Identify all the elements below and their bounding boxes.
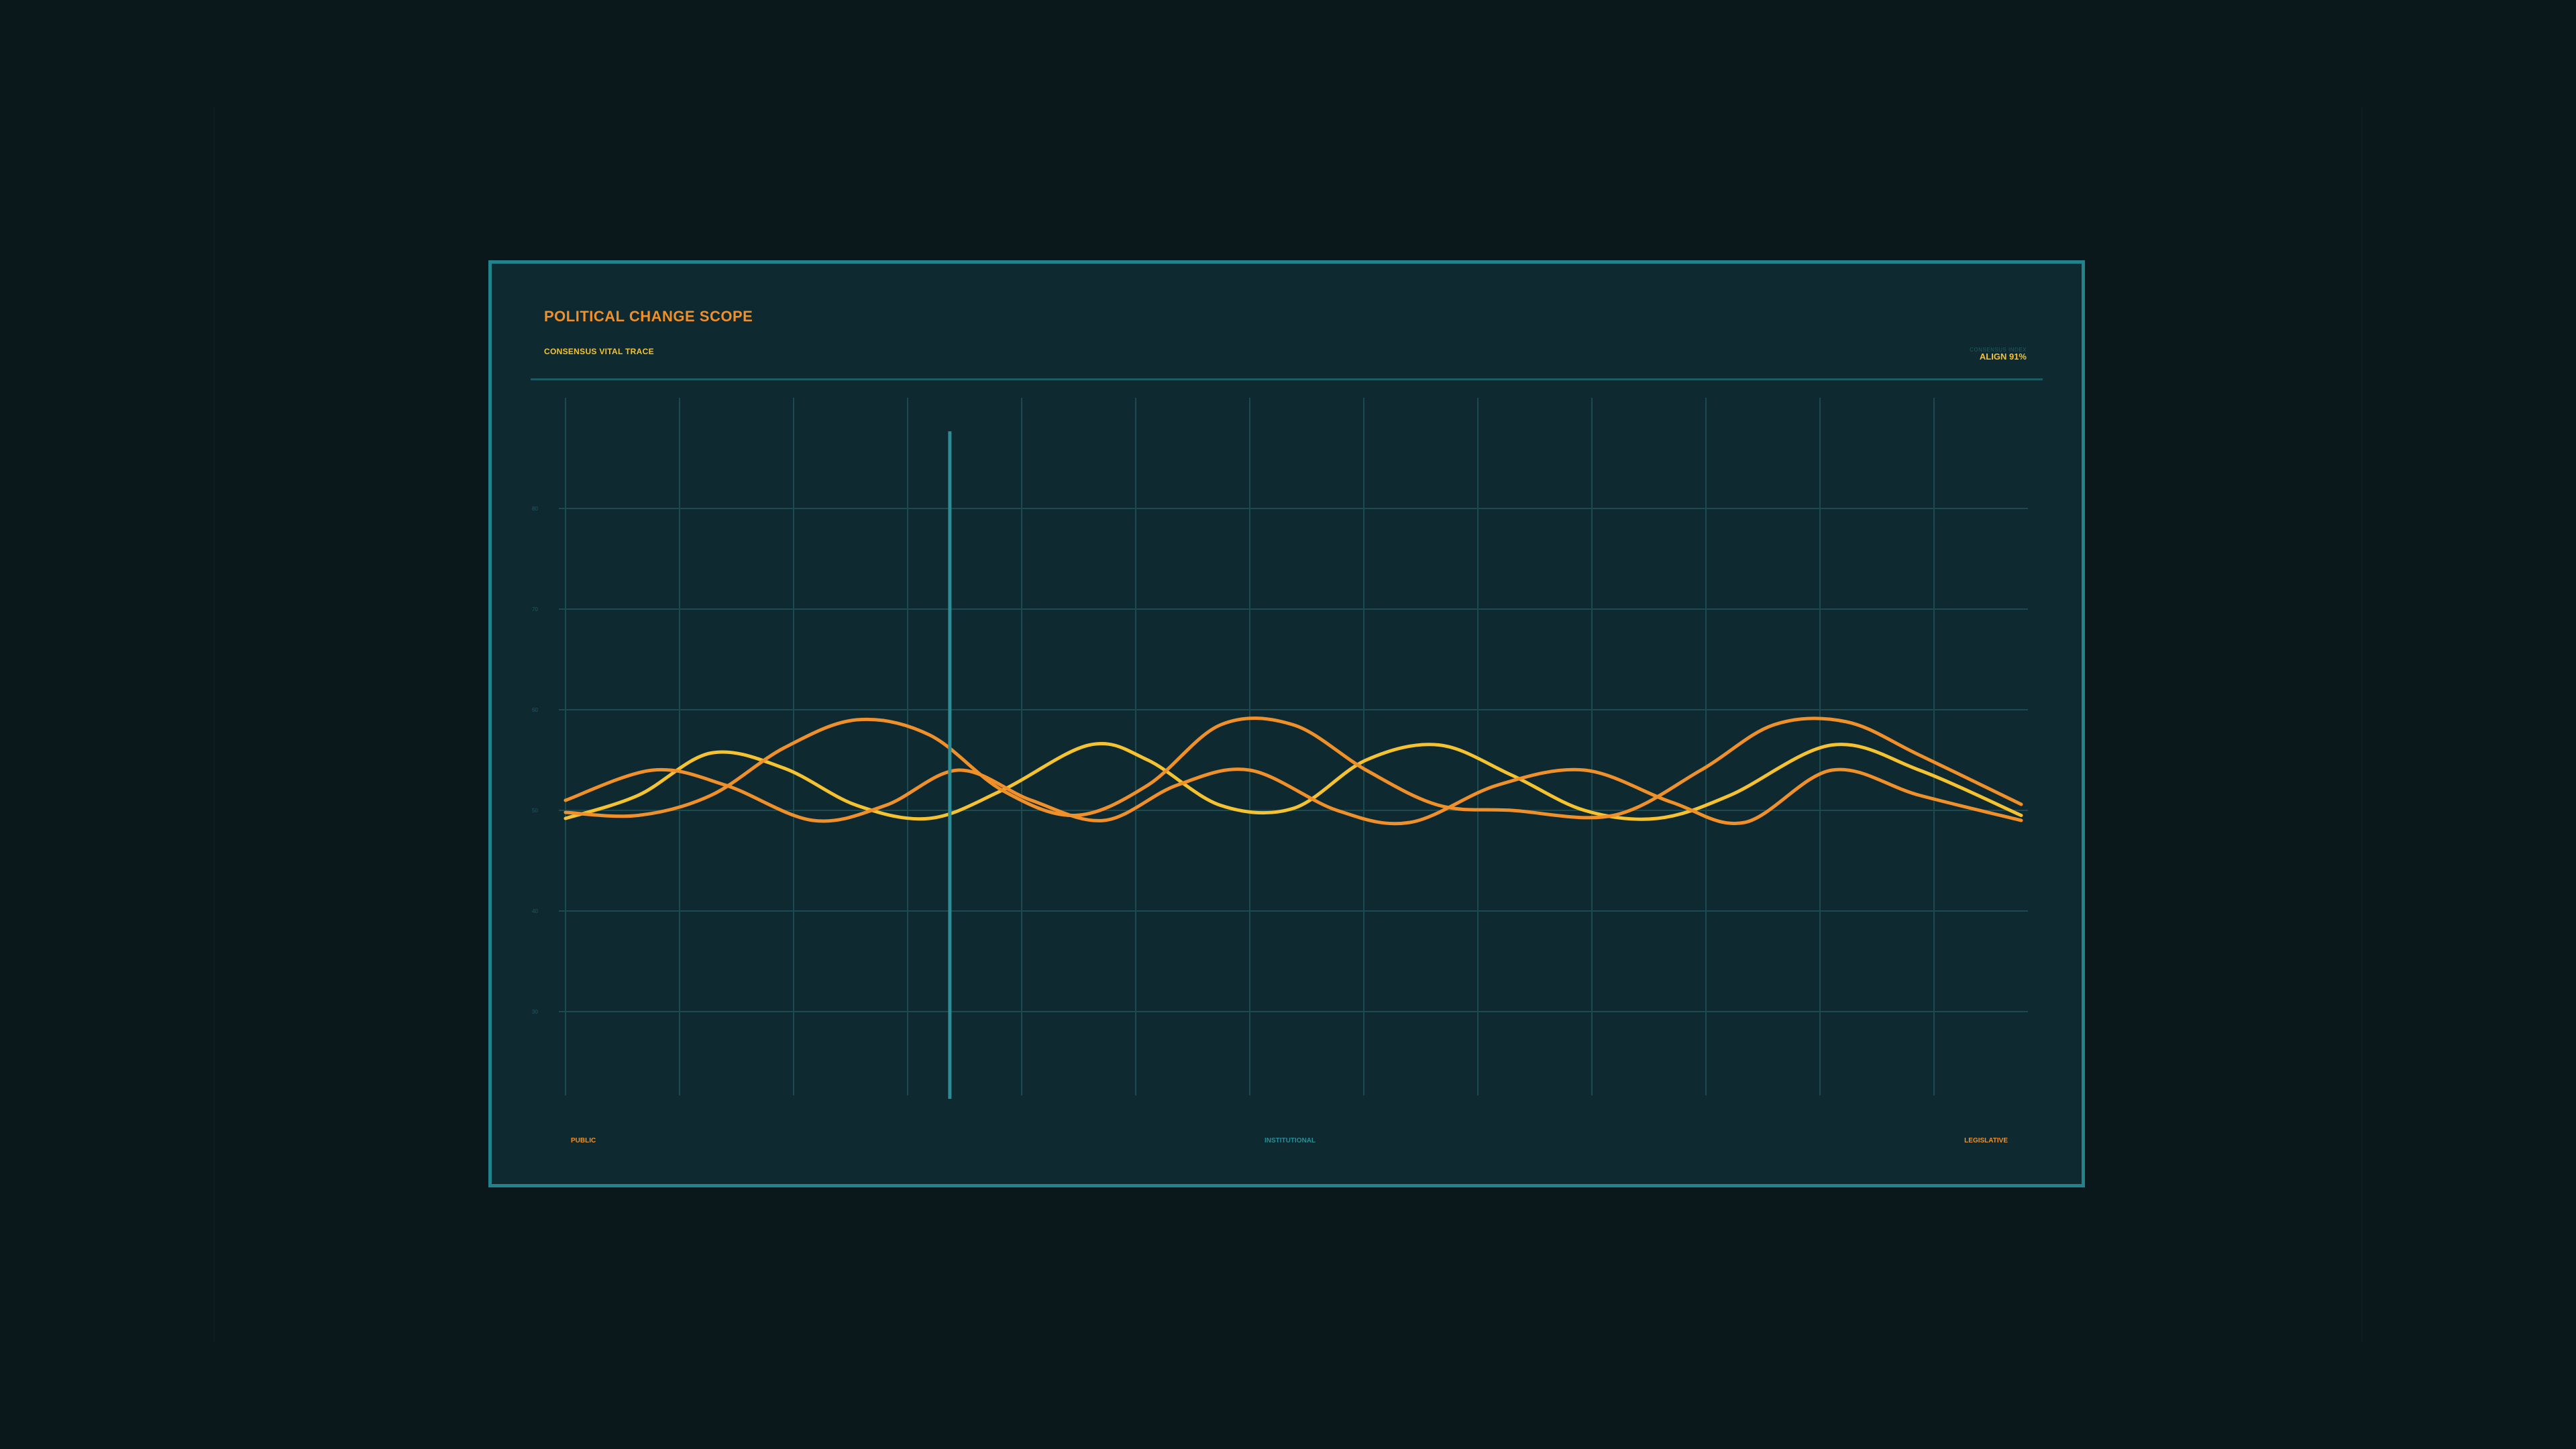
y-tick-label: 40 [532, 908, 538, 914]
x-label-left: PUBLIC [571, 1137, 596, 1144]
right-edge-rule [2361, 107, 2363, 1342]
y-tick-label: 30 [532, 1009, 538, 1015]
x-axis-labels: PUBLIC INSTITUTIONAL LEGISLATIVE [571, 1137, 2008, 1144]
y-tick-label: 70 [532, 606, 538, 612]
left-edge-rule [213, 107, 215, 1342]
y-tick-label: 50 [532, 808, 538, 814]
y-tick-labels: 80 70 60 50 40 30 [532, 506, 538, 1015]
x-label-right: LEGISLATIVE [1964, 1137, 2008, 1144]
chart-panel: POLITICAL CHANGE SCOPE CONSENSUS VITAL T… [488, 260, 2085, 1187]
y-tick-label: 80 [532, 506, 538, 512]
x-label-center: INSTITUTIONAL [1265, 1137, 1316, 1144]
series-group [564, 716, 2023, 826]
vital-trace-chart: 80 70 60 50 40 30 PUBLIC INSTITUTIONAL LEGISLAT… [532, 398, 2028, 1144]
series-line-1 [564, 742, 2023, 821]
series-line-2 [564, 767, 2023, 826]
chart-grid [559, 398, 2028, 1095]
y-tick-label: 60 [532, 707, 538, 713]
